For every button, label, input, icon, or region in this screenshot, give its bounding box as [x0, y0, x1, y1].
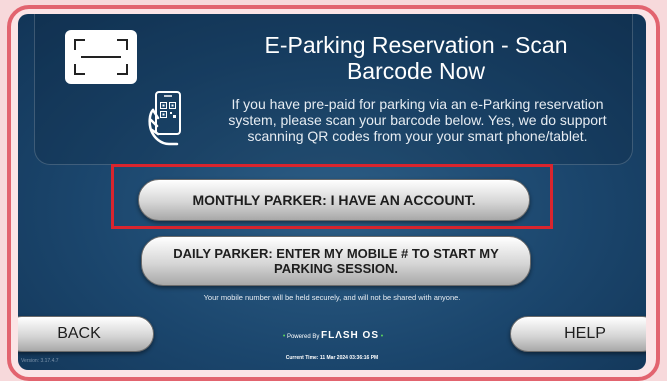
monthly-parker-button[interactable]: MONTHLY PARKER: I HAVE AN ACCOUNT. — [138, 179, 530, 221]
logo-dot-icon: • — [282, 333, 286, 340]
powered-by-logo: • Powered By FLΛSH OS • — [263, 329, 403, 343]
help-button[interactable]: HELP — [510, 316, 646, 352]
kiosk-screen: E-Parking Reservation - Scan Barcode Now… — [18, 14, 646, 370]
powered-by-text: Powered By — [286, 334, 320, 340]
version-label: Version: 3.17.4.7 — [21, 358, 59, 364]
instruction-panel: E-Parking Reservation - Scan Barcode Now… — [34, 14, 633, 165]
back-button[interactable]: BACK — [18, 316, 154, 352]
logo-dot-icon: • — [380, 333, 384, 340]
instructions-text: If you have pre-paid for parking via an … — [228, 96, 607, 144]
phone-qr-code-icon — [148, 91, 181, 146]
page-title: E-Parking Reservation - Scan Barcode Now — [264, 32, 568, 84]
daily-parker-button[interactable]: DAILY PARKER: ENTER MY MOBILE # TO START… — [141, 236, 531, 286]
barcode-scanner-icon — [65, 30, 137, 84]
privacy-note: Your mobile number will be held securely… — [203, 293, 461, 302]
current-time: Current Time: 11 Mar 2024 03:36:16 PM — [285, 355, 379, 361]
brand-name: FLΛSH OS — [321, 330, 380, 341]
